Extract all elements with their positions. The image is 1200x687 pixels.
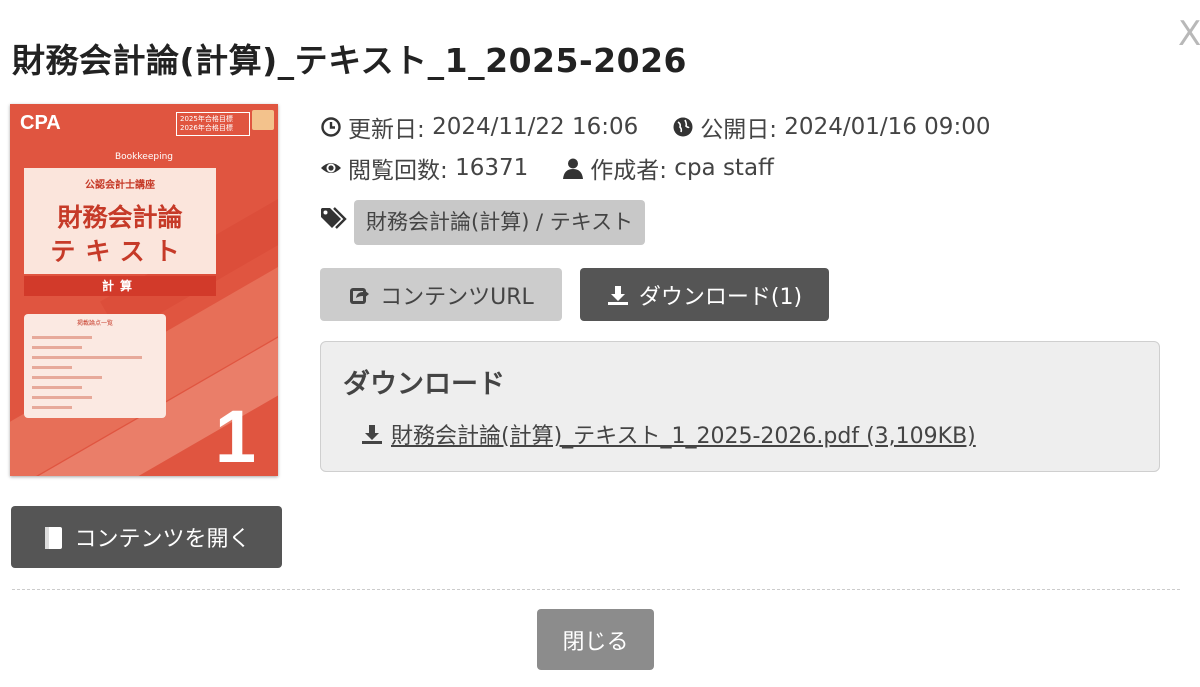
modal-title: 財務会計論(計算)_テキスト_1_2025-2026 [12,41,688,80]
published-label: 公開日: [700,117,777,143]
tags-icon [320,206,350,230]
cover-band: 計算 [24,276,216,296]
download-panel-title: ダウンロード [343,369,505,400]
updated-label: 更新日: [348,117,425,143]
views-value: 16371 [455,155,529,181]
close-button[interactable]: 閉じる [537,609,654,670]
eye-icon [320,157,342,179]
download-icon [361,423,383,445]
published-date: 公開日: 2024/01/16 09:00 [672,110,990,144]
cover-year-2: 2026年合格目標 [180,124,233,132]
cover-course: 公認会計士講座 [85,180,155,191]
published-value: 2024/01/16 09:00 [784,114,991,140]
cover-title-line1: 財務会計論 [57,203,183,232]
download-button-label: ダウンロード(1) [638,284,803,310]
cover-volume-number: 1 [214,395,256,476]
author-label: 作成者: [590,158,667,184]
open-content-button[interactable]: コンテンツを開く [11,506,282,568]
cover-year-1: 2025年合格目標 [180,115,233,123]
user-icon [562,157,584,179]
author: 作成者: cpa staff [562,151,774,185]
book-icon [42,526,64,549]
open-content-label: コンテンツを開く [74,527,251,552]
cover-topic-line [32,366,72,369]
cover-years: 2025年合格目標 2026年合格目標 [176,112,250,136]
updated-value: 2024/11/22 16:06 [432,114,639,140]
category-tag[interactable]: 財務会計論(計算) / テキスト [354,200,646,245]
meta-row-dates: 更新日: 2024/11/22 16:06 公開日: 2024/01/16 09… [320,110,1024,144]
share-icon [348,284,370,306]
cover-topic-line [32,336,92,339]
updated-date: 更新日: 2024/11/22 16:06 [320,110,638,144]
cover-topic-line [32,356,142,359]
views-label: 閲覧回数: [348,158,448,184]
content-url-button[interactable]: コンテンツURL [320,268,562,321]
cover-topic-line [32,396,92,399]
cover-topic-line [32,406,72,409]
book-icon [252,110,274,130]
cover-topic-line [32,386,82,389]
globe-icon [672,116,694,138]
meta-row-stats: 閲覧回数: 16371 作成者: cpa staff [320,151,808,185]
cover-topics-heading: 掲載論点一覧 [76,320,113,327]
download-panel: ダウンロード 財務会計論(計算)_テキスト_1_2025-2026.pdf (3… [320,341,1160,472]
content-url-label: コンテンツURL [380,284,534,310]
download-file-name[interactable]: 財務会計論(計算)_テキスト_1_2025-2026.pdf (3,109KB) [391,418,976,450]
cover-topic-line [32,346,82,349]
download-button[interactable]: ダウンロード(1) [580,268,829,321]
cover-topic-line [32,376,102,379]
cover-subtitle-en: Bookkeeping [115,152,173,162]
clock-icon [320,116,342,138]
cover-logo: CPA [20,112,61,134]
divider [12,589,1180,590]
download-icon [607,284,629,306]
cover-thumbnail[interactable]: CPA 2025年合格目標 2026年合格目標 Bookkeeping 公認会計… [10,104,278,476]
close-x-button[interactable]: X [1178,14,1200,54]
author-value: cpa staff [674,155,774,181]
cover-title-line2: テキスト [50,237,190,266]
view-count: 閲覧回数: 16371 [320,151,528,185]
download-file-link[interactable]: 財務会計論(計算)_テキスト_1_2025-2026.pdf (3,109KB) [361,418,976,450]
